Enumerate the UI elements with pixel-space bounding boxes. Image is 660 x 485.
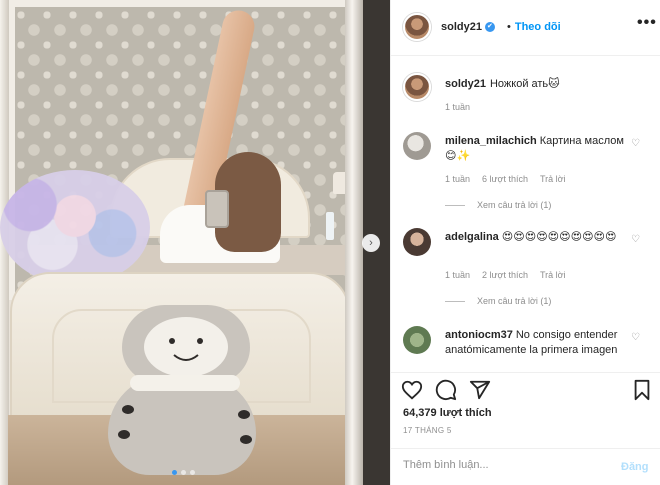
phone [205,190,229,228]
commenter-avatar[interactable] [403,132,431,160]
comment-time: 1 tuần [445,270,471,280]
author-username-text[interactable]: soldy21 [441,21,482,33]
cat-spot [238,410,250,419]
carousel-dot [181,470,186,475]
comment-text: adelgalina 😍😍😍😍😍😍😍😍😍😍 [445,230,625,245]
caption-avatar[interactable] [403,73,431,101]
comment-heart-icon[interactable]: ♡ [631,332,640,343]
commenter-avatar[interactable] [403,326,431,354]
bottle [326,212,334,240]
like-count[interactable]: 64,379 lượt thích [403,407,492,419]
follow-button[interactable]: • Theo dõi [507,21,561,33]
add-comment-bar: Đăng [391,448,660,485]
next-slide-button[interactable]: › [362,234,380,252]
comment-meta: 1 tuần 6 lượt thích Trả lời [445,174,566,184]
author-username[interactable]: soldy21 ✔ [441,21,495,33]
comment-meta: 1 tuần 2 lượt thích Trả lời [445,270,566,280]
post-sidebar: soldy21 ✔ • Theo dõi ••• soldy21 Ножкой ать… [390,0,660,485]
cat-spot [122,405,134,414]
comment-icon[interactable] [435,379,457,401]
author-avatar[interactable] [403,13,431,41]
view-replies-button[interactable]: Xem câu trả lời (1) [445,200,551,210]
view-replies-button[interactable]: Xem câu trả lời (1) [445,296,551,306]
cat-face [144,317,228,377]
carousel-dot [190,470,195,475]
post-comment-button[interactable]: Đăng [621,461,649,473]
comment-heart-icon[interactable]: ♡ [631,234,640,245]
more-options-icon[interactable]: ••• [637,14,657,32]
comment-likes[interactable]: 6 lượt thích [482,174,528,184]
plush-cat [100,305,270,480]
cat-scarf [130,375,240,391]
carousel-dot [172,470,177,475]
post-actions: 64,379 lượt thích 17 THÁNG 5 [391,372,660,442]
comment-input[interactable] [403,459,603,471]
reply-button[interactable]: Trả lời [540,270,566,280]
comment-text: milena_milachich Картина маслом😊✨ [445,134,625,164]
post-header: soldy21 ✔ • Theo dõi ••• [391,0,660,56]
verified-icon: ✔ [484,22,495,33]
flower-bouquet [0,170,150,285]
commenter-username[interactable]: milena_milachich [445,135,537,147]
reply-button[interactable]: Trả lời [540,174,566,184]
caption-body: Ножкой ать🐱 [489,78,560,90]
separator-dot: • [507,21,511,33]
commenter-username[interactable]: antoniocm37 [445,329,513,341]
comment-likes[interactable]: 2 lượt thích [482,270,528,280]
caption-text: soldy21 Ножкой ать🐱 [445,77,560,90]
commenter-username[interactable]: adelgalina [445,231,499,243]
comment-time: 1 tuần [445,174,471,184]
commenter-avatar[interactable] [403,228,431,256]
carousel-dots [172,470,195,475]
follow-label[interactable]: Theo dõi [515,21,561,33]
post-date[interactable]: 17 THÁNG 5 [403,426,452,435]
share-icon[interactable] [469,379,491,401]
mirror-frame-right [345,0,363,485]
comments-list[interactable]: soldy21 Ножкой ать🐱 1 tuần milena_milachi… [391,56,660,372]
comment-text: antoniocm37 No consigo entender anatómica… [445,328,625,358]
caption-time: 1 tuần [445,102,471,112]
comment-heart-icon[interactable]: ♡ [631,138,640,149]
cat-spot [118,430,130,439]
comment-body: 😍😍😍😍😍😍😍😍😍😍 [501,231,617,243]
heart-icon[interactable] [401,379,423,401]
cat-spot [240,435,252,444]
post-photo[interactable]: › [0,0,390,485]
caption-username[interactable]: soldy21 [445,78,486,90]
bookmark-icon[interactable] [631,379,653,401]
